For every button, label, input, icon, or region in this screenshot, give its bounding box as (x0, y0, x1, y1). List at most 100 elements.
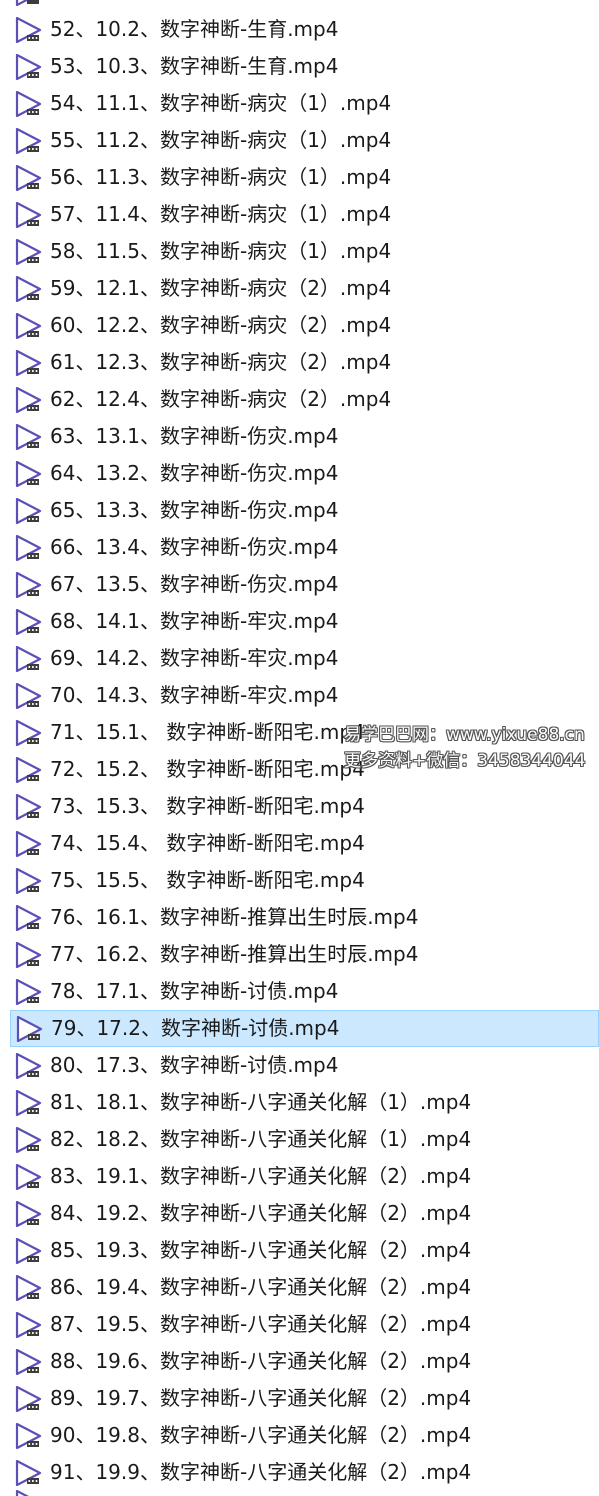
video-file-icon (15, 1201, 42, 1227)
file-row[interactable]: 54、11.1、数字神断-病灾（1）.mp4 (0, 85, 599, 122)
video-file-icon (15, 239, 42, 265)
file-row[interactable]: 70、14.3、数字神断-牢灾.mp4 (0, 677, 599, 714)
file-name: 83、19.1、数字神断-八字通关化解（2）.mp4 (50, 1164, 472, 1188)
video-file-icon (15, 831, 42, 857)
file-row[interactable]: 90、19.8、数字神断-八字通关化解（2）.mp4 (0, 1417, 599, 1454)
video-file-icon (15, 1127, 42, 1153)
video-file-icon (15, 535, 42, 561)
file-row[interactable]: 61、12.3、数字神断-病灾（2）.mp4 (0, 344, 599, 381)
file-name: 81、18.1、数字神断-八字通关化解（1）.mp4 (50, 1090, 472, 1114)
file-row[interactable]: 82、18.2、数字神断-八字通关化解（1）.mp4 (0, 1121, 599, 1158)
video-file-icon (15, 609, 42, 635)
file-row[interactable]: 88、19.6、数字神断-八字通关化解（2）.mp4 (0, 1343, 599, 1380)
video-file-icon (15, 54, 42, 80)
video-file-icon (15, 1312, 42, 1338)
file-row[interactable]: 73、15.3、 数字神断-断阳宅.mp4 (0, 788, 599, 825)
file-row[interactable]: 77、16.2、数字神断-推算出生时辰.mp4 (0, 936, 599, 973)
file-row[interactable]: 83、19.1、数字神断-八字通关化解（2）.mp4 (0, 1158, 599, 1195)
file-row[interactable]: 84、19.2、数字神断-八字通关化解（2）.mp4 (0, 1195, 599, 1232)
file-row[interactable]: 81、18.1、数字神断-八字通关化解（1）.mp4 (0, 1084, 599, 1121)
video-file-icon (15, 165, 42, 191)
file-name: 55、11.2、数字神断-病灾（1）.mp4 (50, 128, 392, 152)
file-row[interactable]: 75、15.5、 数字神断-断阳宅.mp4 (0, 862, 599, 899)
video-file-icon (15, 1164, 42, 1190)
file-row[interactable]: 91、19.9、数字神断-八字通关化解（2）.mp4 (0, 1454, 599, 1491)
file-row[interactable]: 67、13.5、数字神断-伤灾.mp4 (0, 566, 599, 603)
video-file-icon (15, 1090, 42, 1116)
video-file-icon (15, 905, 42, 931)
video-file-icon (15, 276, 42, 302)
file-row[interactable]: 63、13.1、数字神断-伤灾.mp4 (0, 418, 599, 455)
file-row[interactable]: 66、13.4、数字神断-伤灾.mp4 (0, 529, 599, 566)
file-name: 71、15.1、 数字神断-断阳宅.mp4 (50, 720, 365, 744)
watermark-line-contact: 更多资料+微信：3458344044 (344, 751, 586, 771)
file-row[interactable]: 80、17.3、数字神断-讨债.mp4 (0, 1047, 599, 1084)
file-name: 89、19.7、数字神断-八字通关化解（2）.mp4 (50, 1386, 472, 1410)
file-name: 52、10.2、数字神断-生育.mp4 (50, 17, 339, 41)
file-name: 88、19.6、数字神断-八字通关化解（2）.mp4 (50, 1349, 472, 1373)
file-name: 75、15.5、 数字神断-断阳宅.mp4 (50, 868, 365, 892)
partial-row-top (0, 0, 599, 11)
file-name: 79、17.2、数字神断-讨债.mp4 (51, 1016, 340, 1040)
file-row[interactable]: 86、19.4、数字神断-八字通关化解（2）.mp4 (0, 1269, 599, 1306)
video-file-icon (15, 0, 39, 6)
file-name: 58、11.5、数字神断-病灾（1）.mp4 (50, 239, 392, 263)
file-row[interactable]: 68、14.1、数字神断-牢灾.mp4 (0, 603, 599, 640)
video-file-icon (15, 498, 42, 524)
video-file-icon (16, 1016, 43, 1042)
video-file-icon (15, 757, 42, 783)
file-row[interactable]: 65、13.3、数字神断-伤灾.mp4 (0, 492, 599, 529)
file-row[interactable]: 89、19.7、数字神断-八字通关化解（2）.mp4 (0, 1380, 599, 1417)
file-name: 70、14.3、数字神断-牢灾.mp4 (50, 683, 339, 707)
file-name: 73、15.3、 数字神断-断阳宅.mp4 (50, 794, 365, 818)
file-name: 74、15.4、 数字神断-断阳宅.mp4 (50, 831, 365, 855)
file-row[interactable]: 87、19.5、数字神断-八字通关化解（2）.mp4 (0, 1306, 599, 1343)
file-name: 77、16.2、数字神断-推算出生时辰.mp4 (50, 942, 419, 966)
file-name: 69、14.2、数字神断-牢灾.mp4 (50, 646, 339, 670)
video-file-icon (15, 1386, 42, 1412)
file-row[interactable]: 55、11.2、数字神断-病灾（1）.mp4 (0, 122, 599, 159)
video-file-icon (15, 91, 42, 117)
file-row[interactable]: 59、12.1、数字神断-病灾（2）.mp4 (0, 270, 599, 307)
file-row[interactable]: 53、10.3、数字神断-生育.mp4 (0, 48, 599, 85)
file-name: 85、19.3、数字神断-八字通关化解（2）.mp4 (50, 1238, 472, 1262)
file-name: 67、13.5、数字神断-伤灾.mp4 (50, 572, 339, 596)
file-row[interactable]: 79、17.2、数字神断-讨债.mp4 (10, 1010, 599, 1047)
file-row[interactable]: 85、19.3、数字神断-八字通关化解（2）.mp4 (0, 1232, 599, 1269)
video-file-icon (15, 646, 42, 672)
video-file-icon (15, 572, 42, 598)
file-row[interactable]: 78、17.1、数字神断-讨债.mp4 (0, 973, 599, 1010)
video-file-icon (15, 1238, 42, 1264)
file-name: 63、13.1、数字神断-伤灾.mp4 (50, 424, 339, 448)
file-name: 68、14.1、数字神断-牢灾.mp4 (50, 609, 339, 633)
file-name: 61、12.3、数字神断-病灾（2）.mp4 (50, 350, 392, 374)
video-file-icon (15, 202, 42, 228)
file-row[interactable]: 60、12.2、数字神断-病灾（2）.mp4 (0, 307, 599, 344)
file-name: 60、12.2、数字神断-病灾（2）.mp4 (50, 313, 392, 337)
file-row[interactable]: 62、12.4、数字神断-病灾（2）.mp4 (0, 381, 599, 418)
video-file-icon (15, 868, 42, 894)
file-name: 53、10.3、数字神断-生育.mp4 (50, 54, 339, 78)
video-file-icon (15, 350, 42, 376)
file-name: 82、18.2、数字神断-八字通关化解（1）.mp4 (50, 1127, 472, 1151)
file-name: 57、11.4、数字神断-病灾（1）.mp4 (50, 202, 392, 226)
file-row[interactable]: 57、11.4、数字神断-病灾（1）.mp4 (0, 196, 599, 233)
video-file-icon (15, 461, 42, 487)
file-name: 91、19.9、数字神断-八字通关化解（2）.mp4 (50, 1460, 472, 1484)
file-name: 86、19.4、数字神断-八字通关化解（2）.mp4 (50, 1275, 472, 1299)
file-row[interactable]: 52、10.2、数字神断-生育.mp4 (0, 11, 599, 48)
file-row[interactable]: 64、13.2、数字神断-伤灾.mp4 (0, 455, 599, 492)
file-name: 56、11.3、数字神断-病灾（1）.mp4 (50, 165, 392, 189)
video-file-icon (15, 17, 42, 43)
file-name: 80、17.3、数字神断-讨债.mp4 (50, 1053, 339, 1077)
file-row[interactable]: 69、14.2、数字神断-牢灾.mp4 (0, 640, 599, 677)
file-row[interactable]: 56、11.3、数字神断-病灾（1）.mp4 (0, 159, 599, 196)
video-file-icon (15, 1490, 29, 1496)
file-row[interactable]: 74、15.4、 数字神断-断阳宅.mp4 (0, 825, 599, 862)
video-file-icon (15, 1349, 42, 1375)
file-row[interactable]: 58、11.5、数字神断-病灾（1）.mp4 (0, 233, 599, 270)
file-row[interactable]: 76、16.1、数字神断-推算出生时辰.mp4 (0, 899, 599, 936)
file-name: 54、11.1、数字神断-病灾（1）.mp4 (50, 91, 392, 115)
file-name: 76、16.1、数字神断-推算出生时辰.mp4 (50, 905, 419, 929)
video-file-icon (15, 1053, 42, 1079)
